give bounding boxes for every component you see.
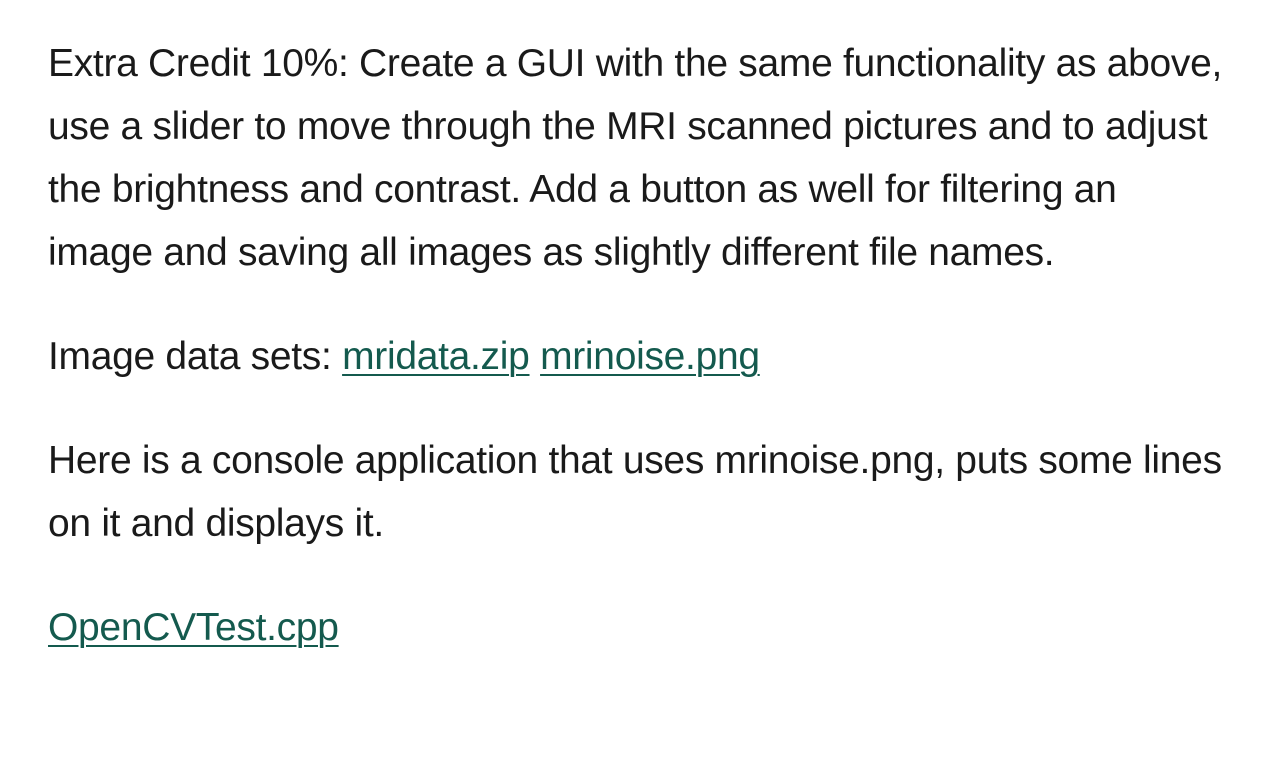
extra-credit-paragraph: Extra Credit 10%: Create a GUI with the … [48, 42, 1222, 274]
mrinoise-png-link[interactable]: mrinoise.png [540, 335, 760, 378]
console-app-paragraph: Here is a console application that uses … [48, 439, 1222, 545]
image-datasets-label: Image data sets: [48, 335, 343, 378]
source-file-paragraph: OpenCVTest.cpp [48, 596, 1223, 659]
mridata-zip-link[interactable]: mridata.zip [342, 335, 530, 378]
opencvtest-cpp-link[interactable]: OpenCVTest.cpp [48, 606, 339, 649]
assignment-content: Extra Credit 10%: Create a GUI with the … [48, 32, 1223, 659]
image-datasets-paragraph: Image data sets: mridata.zip mrinoise.pn… [48, 325, 1223, 388]
